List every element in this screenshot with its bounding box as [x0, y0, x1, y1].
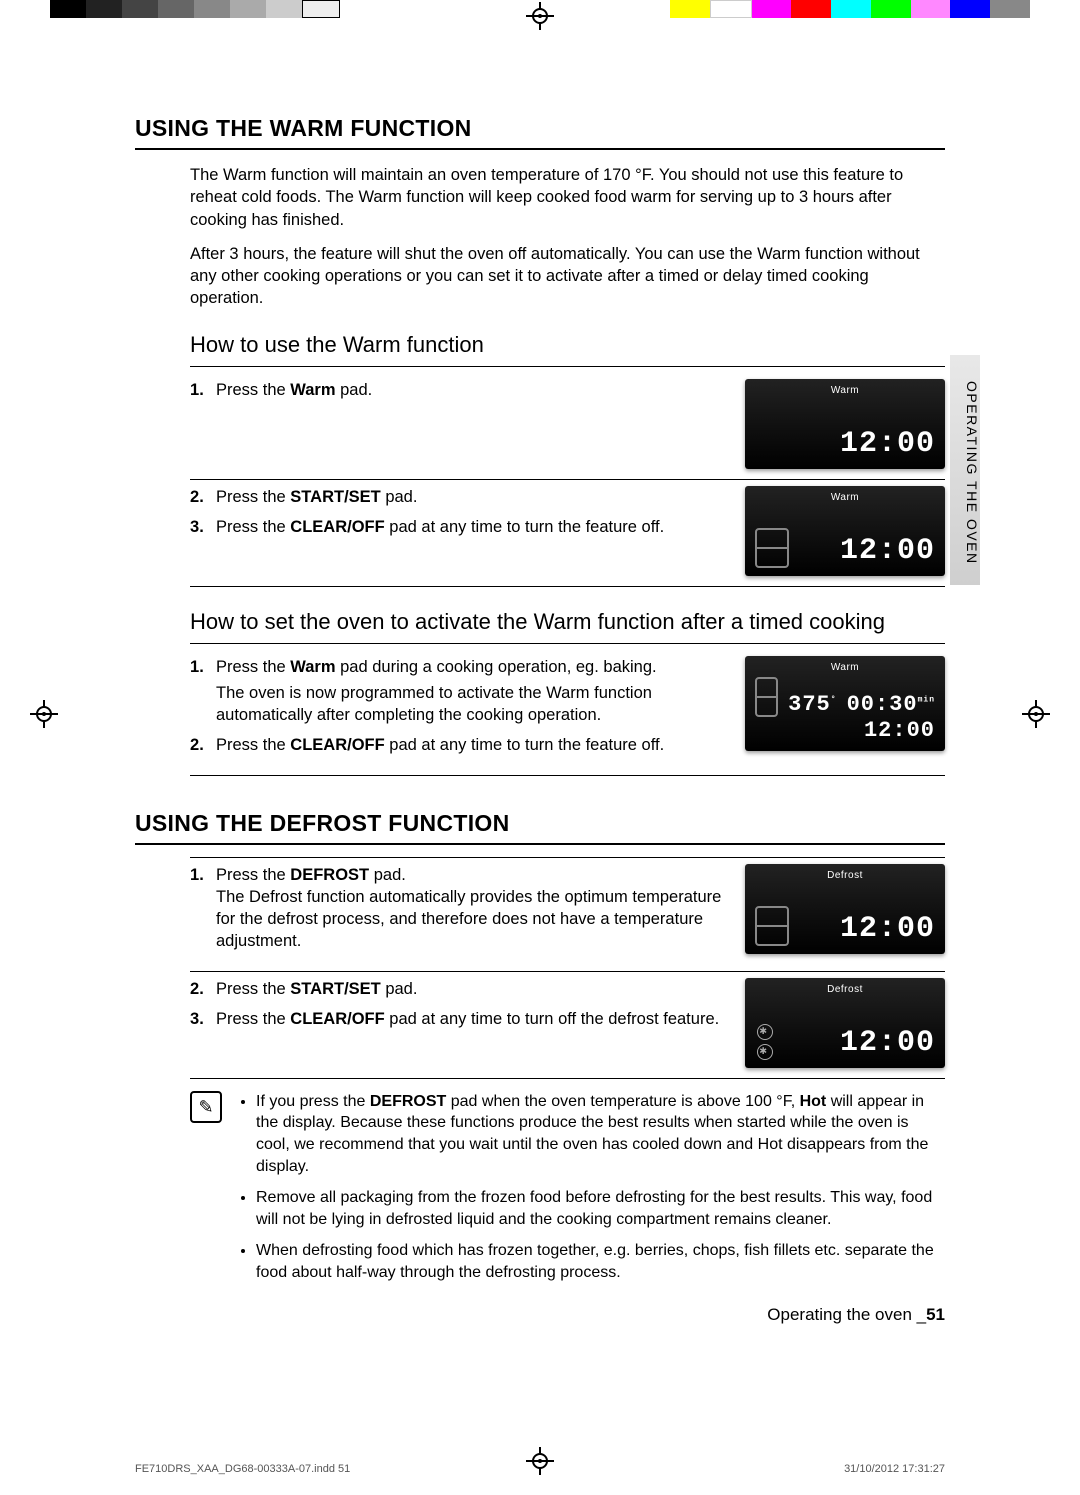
defrost-step-1: Press the DEFROST pad. The Defrost funct… [190, 864, 731, 953]
subheading-warm-after-timed: How to set the oven to activate the Warm… [190, 609, 945, 635]
note-bullet: Remove all packaging from the frozen foo… [256, 1187, 945, 1230]
warm-intro-1: The Warm function will maintain an oven … [190, 164, 945, 231]
note-bullet: If you press the DEFROST pad when the ov… [256, 1091, 945, 1177]
note-bullet: When defrosting food which has frozen to… [256, 1240, 945, 1283]
print-footer: FE710DRS_XAA_DG68-00333A-07.indd 51 31/1… [135, 1463, 945, 1475]
note-box: ✎ If you press the DEFROST pad when the … [190, 1091, 945, 1294]
fan-icon [757, 1044, 773, 1060]
warm-step-3: Press the CLEAR/OFF pad at any time to t… [190, 516, 731, 538]
note-icon: ✎ [190, 1091, 222, 1123]
section-heading-defrost: USING THE DEFROST FUNCTION [135, 810, 945, 845]
warm-timed-step-2: Press the CLEAR/OFF pad at any time to t… [190, 734, 731, 756]
section-heading-warm: USING THE WARM FUNCTION [135, 115, 945, 150]
oven-display: Defrost 12:00 [745, 978, 945, 1068]
fan-icon [757, 1024, 773, 1040]
warm-step-1: Press the Warm pad. [190, 379, 731, 401]
oven-display: Warm 375° 00:30min 12:00 [745, 656, 945, 751]
warm-timed-step-1: Press the Warm pad during a cooking oper… [190, 656, 731, 727]
defrost-step-2: Press the START/SET pad. [190, 978, 731, 1000]
grayscale-ramp [50, 0, 340, 18]
defrost-step-3: Press the CLEAR/OFF pad at any time to t… [190, 1008, 731, 1030]
oven-display: Warm 12:00 [745, 486, 945, 576]
oven-display: Defrost 12:00 [745, 864, 945, 954]
warm-intro-2: After 3 hours, the feature will shut the… [190, 243, 945, 310]
running-footer: Operating the oven _51 [767, 1305, 945, 1325]
oven-display: Warm 12:00 [745, 379, 945, 469]
subheading-warm-use: How to use the Warm function [190, 332, 945, 358]
warm-step-2: Press the START/SET pad. [190, 486, 731, 508]
color-ramp [670, 0, 1030, 18]
